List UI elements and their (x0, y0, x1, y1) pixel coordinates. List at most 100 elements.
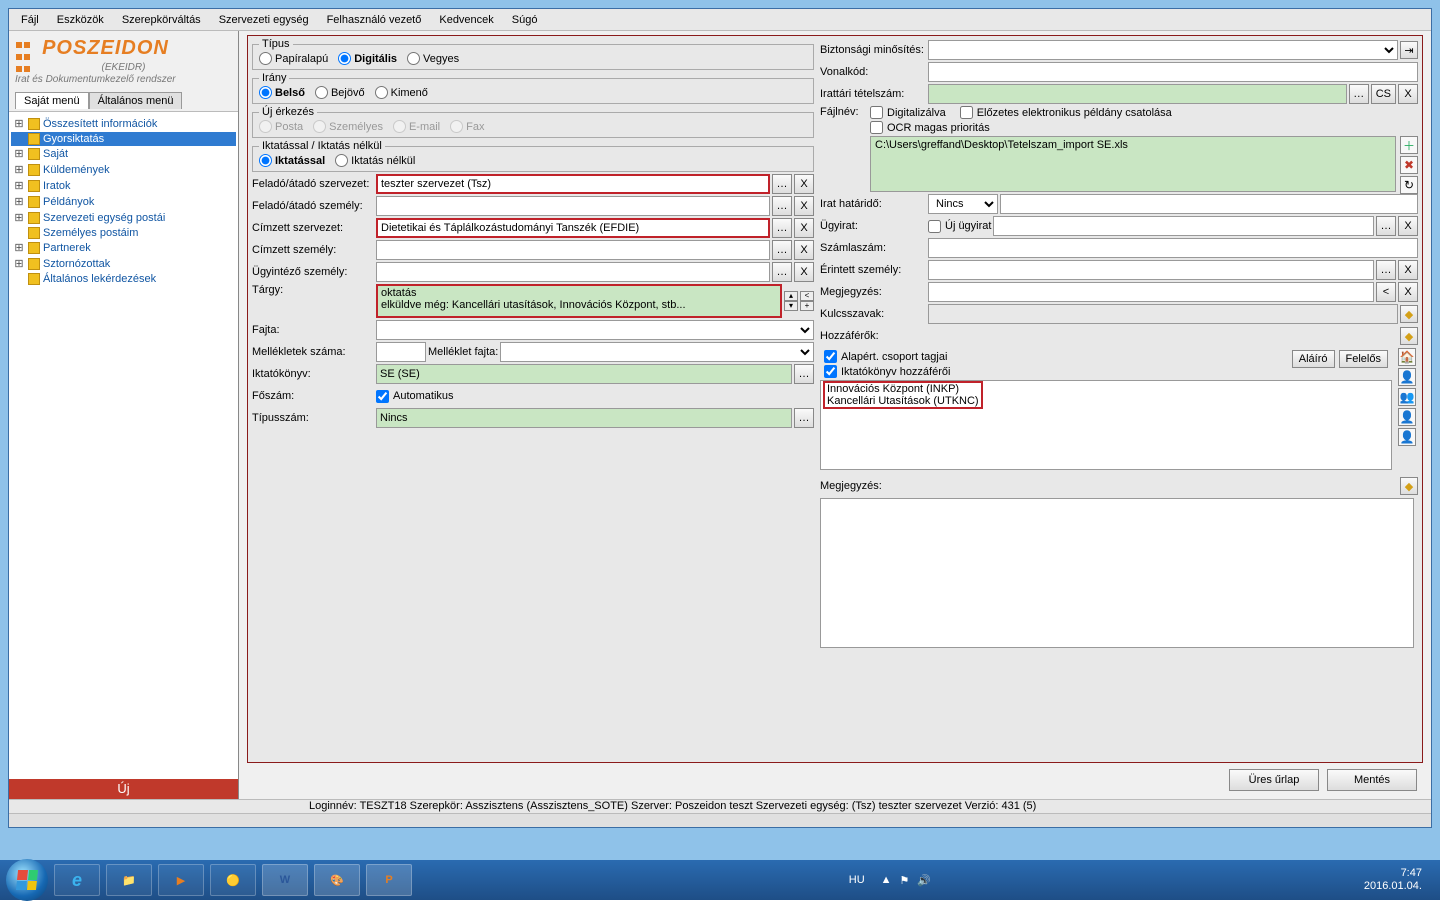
mentes-button[interactable]: Mentés (1327, 769, 1417, 791)
erintett-input[interactable] (928, 260, 1374, 280)
megjegyzes-tag-icon[interactable]: ◆ (1400, 477, 1418, 495)
ugyintezo-browse-button[interactable]: … (772, 262, 792, 282)
automatikus-checkbox[interactable]: Automatikus (376, 390, 454, 403)
taskbar-word-icon[interactable]: W (262, 864, 308, 896)
cimzett-szem-browse-button[interactable]: … (772, 240, 792, 260)
hoz-user-remove-icon[interactable]: 👤 (1398, 428, 1416, 446)
felelos-button[interactable]: Felelős (1339, 350, 1388, 368)
taskbar-lang[interactable]: HU (839, 874, 875, 886)
irattari-input[interactable] (928, 84, 1347, 104)
digitalizalva-checkbox[interactable]: Digitalizálva (870, 106, 946, 119)
taskbar-clock[interactable]: 7:472016.01.04. (1364, 867, 1434, 893)
sidebar-tab-own[interactable]: Saját menü (15, 92, 89, 109)
melleklet-szam-input[interactable] (376, 342, 426, 362)
fajta-select[interactable] (376, 320, 814, 340)
menu-szerepkor[interactable]: Szerepkörváltás (114, 12, 209, 28)
hoz-home-icon[interactable]: 🏠 (1398, 348, 1416, 366)
uj-ugyirat-checkbox[interactable]: Új ügyirat (928, 220, 991, 233)
taskbar-paint-icon[interactable]: 🎨 (314, 864, 360, 896)
taskbar-tray[interactable]: ▲⚑🔊 (875, 874, 937, 887)
hozzaferok-list[interactable]: Innovációs Központ (INKP) Kancellári Uta… (820, 380, 1392, 470)
alapert-checkbox[interactable]: Alapért. csoport tagjai (824, 350, 947, 363)
iktkonyv-hozz-checkbox[interactable]: Iktatókönyv hozzáférői (824, 365, 950, 378)
radio-papiralapu[interactable]: Papíralapú (259, 52, 328, 65)
radio-iktatas-nelkul[interactable]: Iktatás nélkül (335, 154, 415, 167)
bizt-tool-icon[interactable]: ⇥ (1400, 41, 1418, 59)
tree-item-7[interactable]: ·Személyes postáim (11, 226, 236, 240)
taskbar-ie-icon[interactable]: e (54, 864, 100, 896)
menu-felhasznalo[interactable]: Felhasználó vezető (319, 12, 430, 28)
hatarido-select[interactable]: Nincs (928, 194, 998, 214)
iktatokonyv-input[interactable]: SE (SE) (376, 364, 792, 384)
cimzett-szemely-input[interactable] (376, 240, 770, 260)
tipusszam-input[interactable]: Nincs (376, 408, 792, 428)
sidebar-new-button[interactable]: Új (9, 779, 238, 799)
hozzaferok-tag-icon[interactable]: ◆ (1400, 327, 1418, 345)
ugyintezo-input[interactable] (376, 262, 770, 282)
ugyirat-input[interactable] (993, 216, 1374, 236)
szamlaszam-input[interactable] (928, 238, 1418, 258)
hozzafero-item-2[interactable]: Kancellári Utasítások (UTKNC) (827, 395, 979, 407)
file-refresh-icon[interactable]: ↻ (1400, 176, 1418, 194)
elozetes-checkbox[interactable]: Előzetes elektronikus példány csatolása (960, 106, 1172, 119)
felado-szemely-input[interactable] (376, 196, 770, 216)
radio-kimeno[interactable]: Kimenő (375, 86, 428, 99)
kulcsszavak-input[interactable] (928, 304, 1398, 324)
taskbar-media-icon[interactable]: ▶ (158, 864, 204, 896)
tree-item-10[interactable]: ·Általános lekérdezések (11, 272, 236, 286)
tree-item-3[interactable]: ⊞Küldemények (11, 162, 236, 178)
tree-item-6[interactable]: ⊞Szervezeti egység postái (11, 210, 236, 226)
file-add-icon[interactable]: ＋ (1400, 136, 1418, 154)
targy-down-button[interactable]: ▾ (784, 301, 798, 311)
megjegyzes-lt-button[interactable]: < (1376, 282, 1396, 302)
felado-szem-browse-button[interactable]: … (772, 196, 792, 216)
menu-szervezeti[interactable]: Szervezeti egység (211, 12, 317, 28)
biztonsagi-minosites-select[interactable] (928, 40, 1398, 60)
irattari-cs-button[interactable]: CS (1371, 84, 1396, 104)
cimzett-szerv-browse-button[interactable]: … (772, 218, 792, 238)
irattari-clear-button[interactable]: X (1398, 84, 1418, 104)
taskbar-explorer-icon[interactable]: 📁 (106, 864, 152, 896)
tree-item-9[interactable]: ⊞Sztornózottak (11, 256, 236, 272)
targy-textarea[interactable] (376, 284, 782, 318)
iktatokonyv-browse-button[interactable]: … (794, 364, 814, 384)
radio-bejovo[interactable]: Bejövő (315, 86, 365, 99)
felado-szerv-clear-button[interactable]: X (794, 174, 814, 194)
taskbar-chrome-icon[interactable]: 🟡 (210, 864, 256, 896)
hozzafero-item-1[interactable]: Innovációs Központ (INKP) (827, 383, 979, 395)
sidebar-tab-general[interactable]: Általános menü (89, 92, 183, 109)
cimzett-szem-clear-button[interactable]: X (794, 240, 814, 260)
irattari-browse-button[interactable]: … (1349, 84, 1369, 104)
targy-up-button[interactable]: ▴ (784, 291, 798, 301)
alairo-button[interactable]: Aláíró (1292, 350, 1335, 368)
felado-szem-clear-button[interactable]: X (794, 196, 814, 216)
cimzett-szerv-clear-button[interactable]: X (794, 218, 814, 238)
hoz-user-edit-icon[interactable]: 👤 (1398, 408, 1416, 426)
file-remove-icon[interactable]: ✖ (1400, 156, 1418, 174)
vonalkod-input[interactable] (928, 62, 1418, 82)
tree-item-2[interactable]: ⊞Saját (11, 146, 236, 162)
radio-digitalis[interactable]: Digitális (338, 52, 397, 65)
start-button[interactable] (6, 859, 48, 901)
radio-belso[interactable]: Belső (259, 86, 305, 99)
menu-eszkozok[interactable]: Eszközök (49, 12, 112, 28)
megjegyzes-textarea[interactable] (820, 498, 1414, 648)
targy-plus-button[interactable]: + (800, 301, 814, 311)
menu-fajl[interactable]: Fájl (13, 12, 47, 28)
ugyirat-clear-button[interactable]: X (1398, 216, 1418, 236)
melleklet-fajta-select[interactable] (500, 342, 814, 362)
hoz-user-group-icon[interactable]: 👥 (1398, 388, 1416, 406)
ocr-checkbox[interactable]: OCR magas prioritás (870, 121, 1418, 134)
ugyirat-browse-button[interactable]: … (1376, 216, 1396, 236)
felado-szerv-browse-button[interactable]: … (772, 174, 792, 194)
megjegyzes-clear-button[interactable]: X (1398, 282, 1418, 302)
cimzett-szervezet-input[interactable]: Dietetikai és Táplálkozástudományi Tansz… (376, 218, 770, 238)
tree-item-0[interactable]: ⊞Összesített információk (11, 116, 236, 132)
taskbar-app-icon[interactable]: P (366, 864, 412, 896)
tree-item-5[interactable]: ⊞Példányok (11, 194, 236, 210)
ugyintezo-clear-button[interactable]: X (794, 262, 814, 282)
tree-item-1[interactable]: ·Gyorsiktatás (11, 132, 236, 146)
megjegyzes-input[interactable] (928, 282, 1374, 302)
hatarido-input[interactable] (1000, 194, 1418, 214)
felado-szervezet-input[interactable]: teszter szervezet (Tsz) (376, 174, 770, 194)
